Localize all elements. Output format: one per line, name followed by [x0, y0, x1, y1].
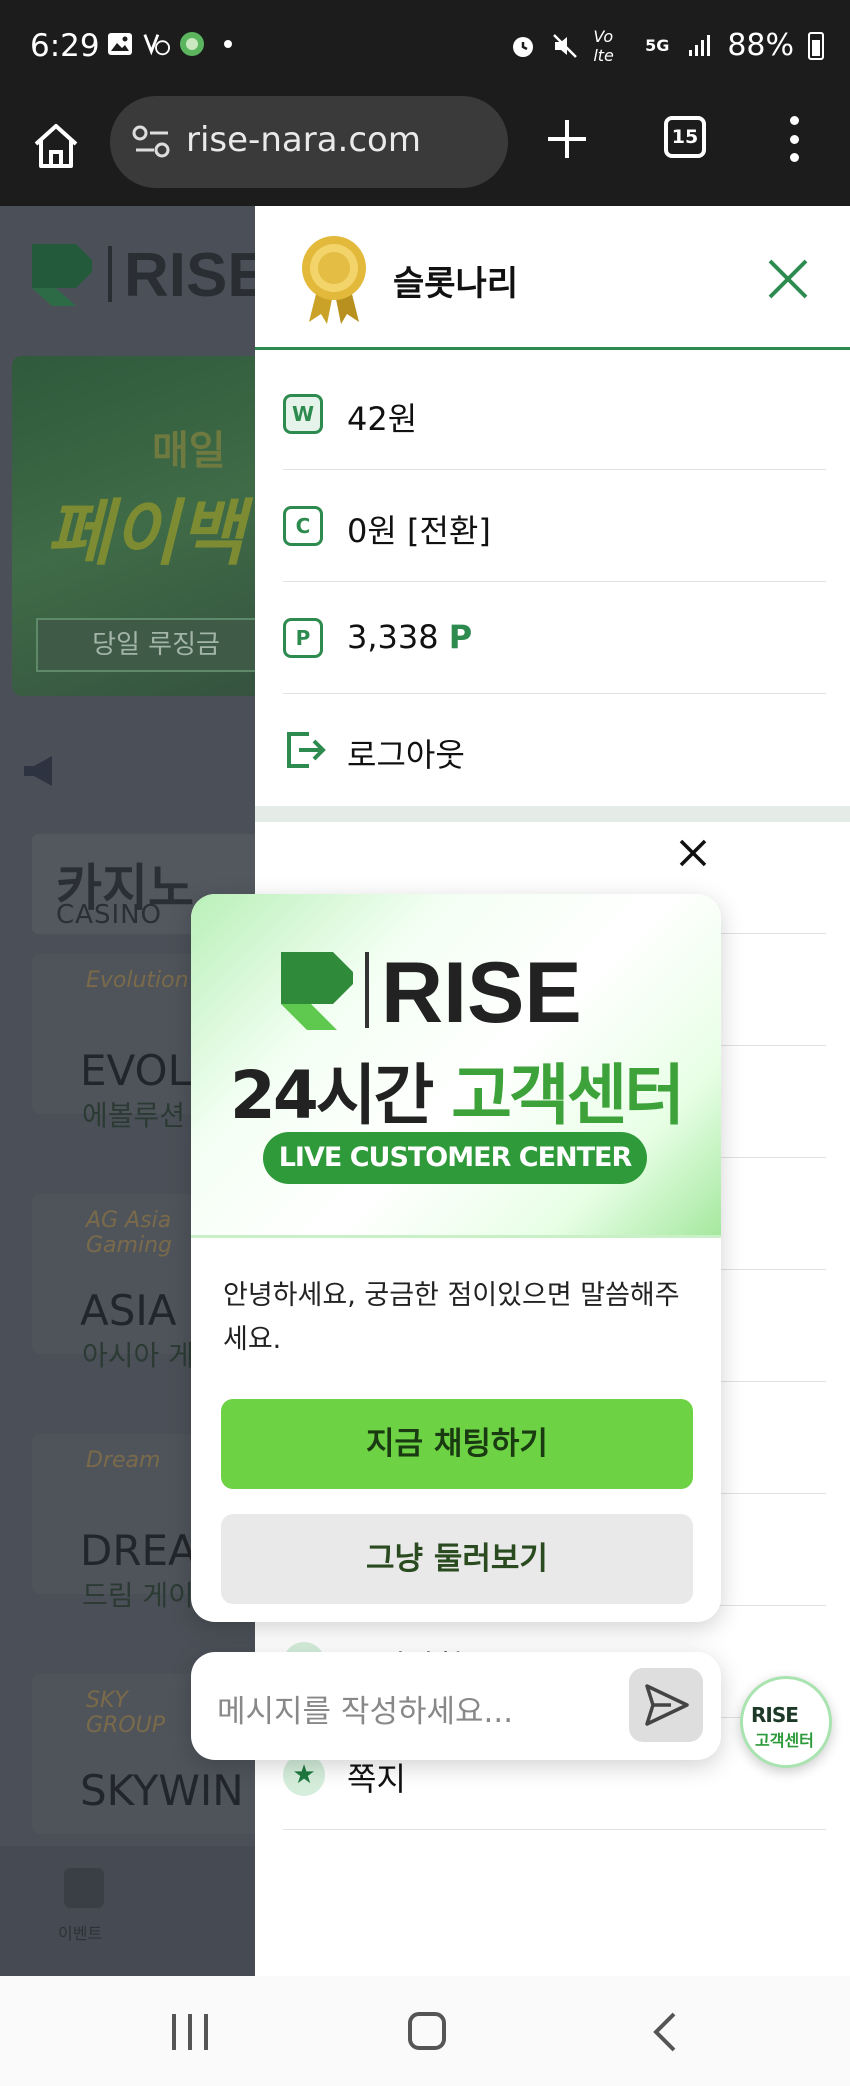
gallery-icon	[106, 30, 134, 58]
banner-line2: 페이백	[46, 491, 245, 575]
volte-icon: Vo lte	[593, 26, 614, 65]
rise-logo: RISE	[32, 241, 255, 310]
alarm-icon	[509, 32, 537, 60]
tab-switcher-button[interactable]: 15	[664, 116, 706, 158]
nav-label: 이벤트	[58, 1924, 103, 1943]
back-icon[interactable]	[652, 2010, 678, 2054]
panel-header: 슬롯나리	[255, 206, 850, 350]
medal-icon	[302, 236, 366, 324]
close-icon[interactable]	[765, 256, 811, 302]
svg-text:RISE: RISE	[124, 241, 255, 310]
wallet-icon: W	[283, 394, 323, 434]
points-value: 3,338	[347, 618, 439, 656]
card-korean: 에볼루션	[82, 1099, 186, 1132]
address-bar[interactable]: rise-nara.com	[110, 96, 508, 188]
plus-icon	[548, 120, 586, 158]
logout-icon	[287, 732, 326, 768]
wallet-balance: 42원	[347, 400, 418, 438]
chat-banner: RISE 24시간 고객센터 LIVE CUSTOMER CENTER	[191, 894, 721, 1238]
points-icon: P	[283, 618, 323, 658]
card-brand: Evolution	[86, 968, 189, 993]
site-settings-icon[interactable]	[132, 124, 172, 160]
card-name: SKYWIN	[80, 1766, 244, 1815]
system-nav-bar	[0, 1976, 850, 2086]
bottom-nav: 이벤트	[0, 1846, 255, 1976]
points-unit: P	[448, 618, 473, 656]
kakao-icon	[178, 30, 206, 58]
rise-logo: RISE	[281, 945, 582, 1034]
section-subtitle: CASINO	[56, 900, 163, 930]
chat-greeting: 안녕하세요, 궁금한 점이있으면 말씀해주세요.	[223, 1280, 680, 1355]
card-brand: SKY GROUP	[86, 1688, 166, 1738]
home-nav-button[interactable]	[408, 2012, 446, 2050]
chat-title: 24시간 고객센터	[191, 1042, 721, 1138]
new-tab-button[interactable]	[544, 116, 590, 162]
send-icon	[645, 1684, 689, 1726]
start-chat-button[interactable]: 지금 채팅하기	[221, 1399, 693, 1489]
status-time: 6:29	[30, 28, 100, 64]
banner-line1: 매일	[152, 428, 226, 474]
v3-icon	[142, 30, 170, 58]
home-button[interactable]	[30, 120, 82, 172]
casino-money-icon: C	[283, 506, 323, 546]
battery-percent: 88%	[727, 28, 794, 63]
banner-button: 당일 루징금	[36, 618, 255, 672]
chat-input-bar: 메시지를 작성하세요...	[191, 1652, 721, 1760]
mute-icon	[551, 32, 579, 60]
points-balance: 3,338 P	[347, 618, 472, 656]
card-name: ASIA	[80, 1286, 177, 1335]
send-button[interactable]	[629, 1668, 703, 1742]
customer-center-fab[interactable]: RISE 고객센터	[740, 1676, 832, 1768]
points-row[interactable]: P 3,338 P	[283, 582, 826, 694]
recent-apps-button[interactable]	[172, 2014, 208, 2050]
battery-icon	[808, 31, 824, 60]
more-menu-icon[interactable]	[786, 116, 802, 162]
casino-money-balance[interactable]: 0원 [전환]	[347, 506, 491, 552]
chat-title-green: 고객센터	[451, 1057, 685, 1134]
card-brand: AG Asia Gaming	[86, 1208, 172, 1258]
calendar-icon	[64, 1868, 104, 1908]
browser-toolbar: rise-nara.com 15	[0, 96, 850, 206]
promo-banner: 매일 페이백 당일 루징금	[12, 356, 255, 696]
5g-icon: 5G	[645, 36, 670, 55]
chat-message-input[interactable]: 메시지를 작성하세요...	[217, 1686, 513, 1731]
browse-button[interactable]: 그냥 둘러보기	[221, 1514, 693, 1604]
chat-title-black: 24시간	[229, 1057, 452, 1134]
card-name: DREA	[80, 1526, 197, 1575]
fab-label: 고객센터	[755, 1731, 814, 1750]
home-icon	[34, 124, 78, 168]
status-bar: 6:29 Vo lte 5G 88%	[0, 0, 850, 96]
logout-label[interactable]: 로그아웃	[347, 730, 465, 776]
chat-close-icon[interactable]	[676, 836, 710, 870]
username: 슬롯나리	[393, 264, 519, 304]
status-notification-icons	[106, 30, 242, 58]
menu-item-label[interactable]: 쪽지	[347, 1754, 406, 1800]
signal-icon	[685, 32, 713, 60]
card-korean: 아시아 게	[82, 1339, 194, 1372]
star-icon: ★	[283, 1754, 325, 1796]
dot-icon	[214, 30, 242, 58]
card-brand: Dream	[86, 1448, 161, 1473]
url-text[interactable]: rise-nara.com	[186, 120, 421, 160]
status-system-icons: Vo lte 5G 88%	[509, 26, 824, 65]
wallet-row[interactable]: W 42원	[283, 358, 826, 470]
panel-divider	[255, 806, 850, 822]
megaphone-icon	[22, 754, 62, 797]
chat-popup: RISE 24시간 고객센터 LIVE CUSTOMER CENTER 안녕하세…	[191, 894, 721, 1622]
logout-row[interactable]: 로그아웃	[283, 694, 826, 806]
casino-money-row[interactable]: C 0원 [전환]	[283, 470, 826, 582]
fab-brand: RISE	[751, 1703, 799, 1727]
svg-text:RISE: RISE	[381, 945, 582, 1034]
live-center-pill: LIVE CUSTOMER CENTER	[263, 1132, 647, 1184]
